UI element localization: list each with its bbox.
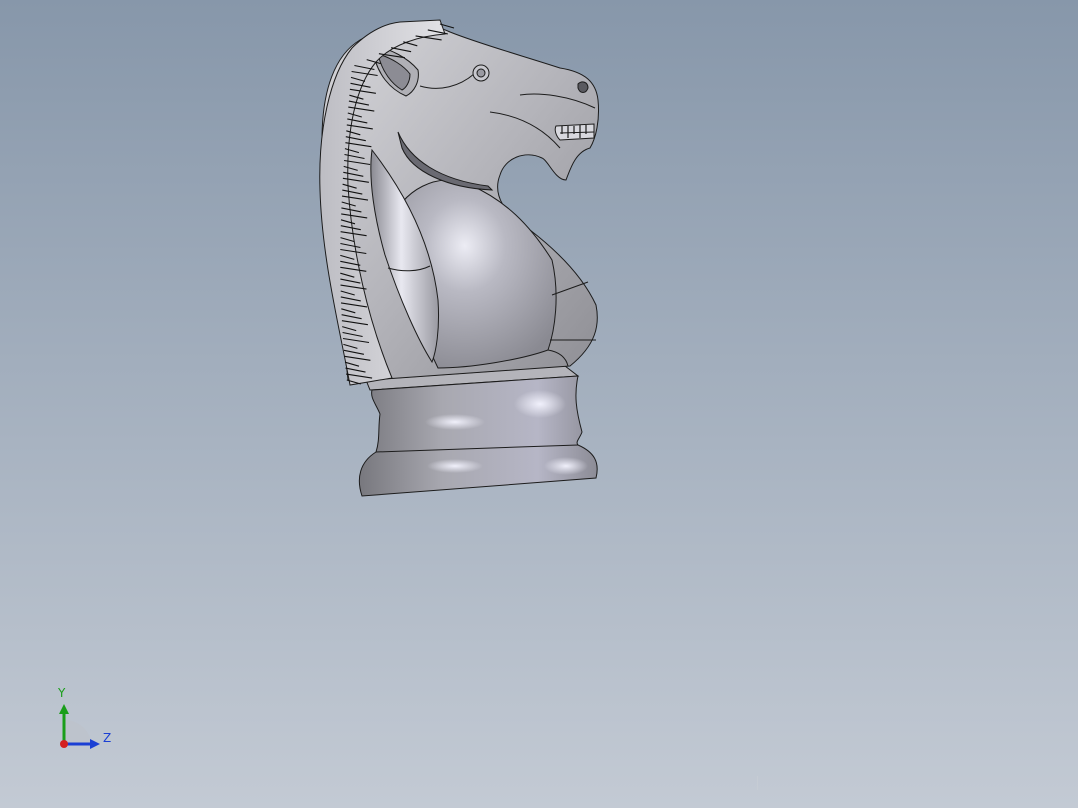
triad-y-label: Y — [58, 686, 66, 700]
orientation-triad: Y Z — [50, 686, 120, 756]
graphics-viewport[interactable]: Y Z — [0, 0, 1078, 808]
triad-z-label: Z — [103, 731, 112, 745]
viewport-divider — [757, 776, 758, 790]
knight-base — [358, 365, 598, 497]
knight-3d-model[interactable] — [0, 0, 1078, 808]
